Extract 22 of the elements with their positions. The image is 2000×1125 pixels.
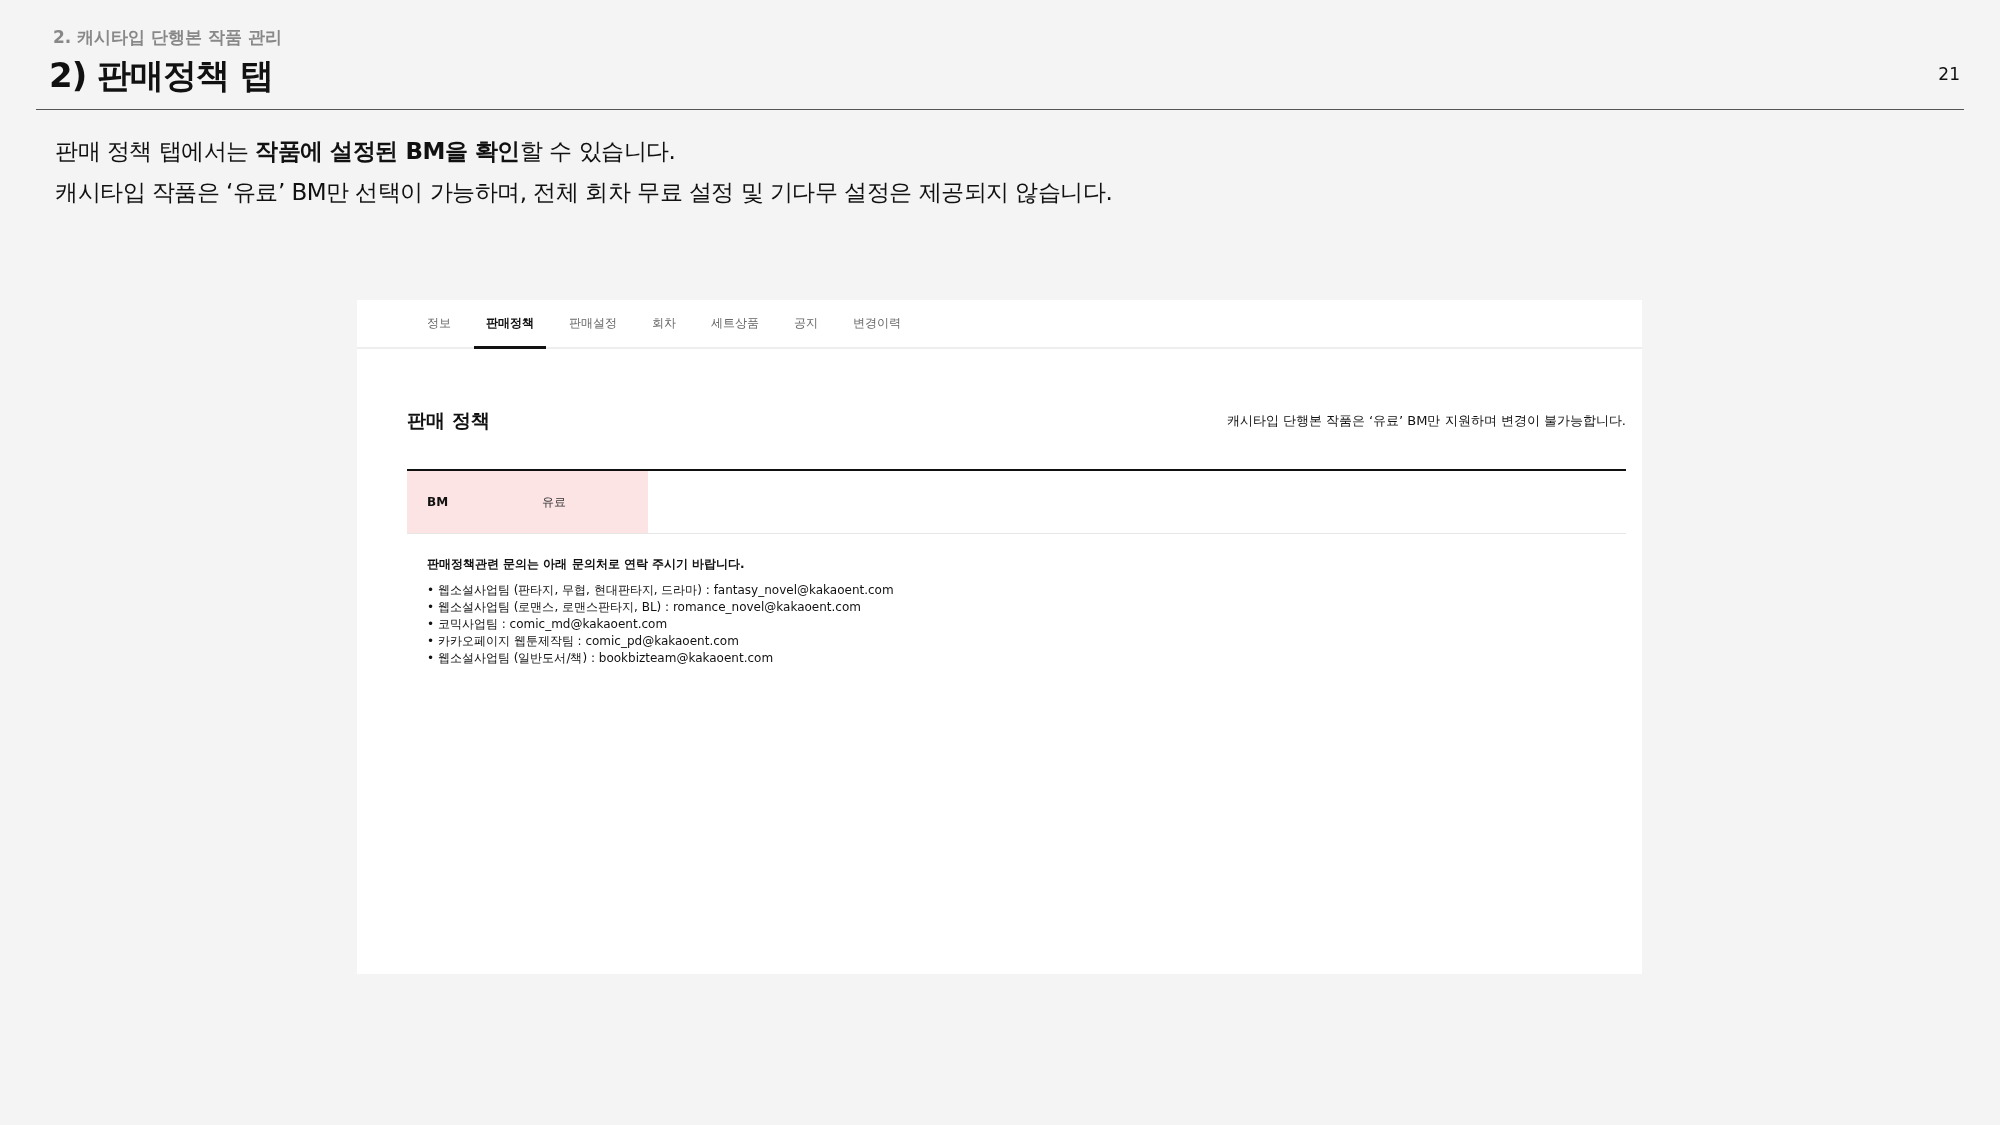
contact-title: 판매정책관련 문의는 아래 문의처로 연락 주시기 바랍니다. bbox=[427, 556, 746, 573]
contact-item: • 코믹사업팀 : comic_md@kakaoent.com bbox=[427, 616, 669, 633]
tab[interactable]: 정보 bbox=[415, 300, 463, 349]
section-heading: 판매 정책 bbox=[407, 408, 490, 433]
contact-item: • 웹소설사업팀 (로맨스, 로맨스판타지, BL) : romance_novel@kakaoent.com bbox=[427, 599, 862, 616]
contact-item: • 웹소설사업팀 (판타지, 무협, 현대판타지, 드라마) : fantasy_novel@kakaoent.com bbox=[427, 582, 895, 599]
tab[interactable]: 판매설정 bbox=[557, 300, 629, 349]
notice-text: 캐시타입 단행본 작품은 ‘유료’ BM만 지원하며 변경이 불가능합니다. bbox=[1226, 412, 1626, 430]
bm-value: 유료 bbox=[542, 493, 566, 511]
tab[interactable]: 회차 bbox=[640, 300, 688, 349]
bm-label: BM bbox=[426, 495, 450, 509]
page-number: 21 bbox=[1938, 64, 1960, 84]
slide-title: 2) 판매정책 탭 bbox=[49, 54, 273, 97]
section-label: 2. 캐시타입 단행본 작품 관리 bbox=[52, 26, 283, 49]
description-text: 판매 정책 탭에서는 작품에 설정된 BM을 확인할 수 있습니다. bbox=[55, 137, 677, 166]
tab[interactable]: 판매정책 bbox=[474, 300, 546, 349]
description-text: 캐시타입 작품은 ‘유료’ BM만 선택이 가능하며, 전체 회차 무료 설정 및 기다무 설정은 제공되지 않습니다. bbox=[55, 178, 1114, 207]
tab[interactable]: 세트상품 bbox=[699, 300, 771, 349]
tab[interactable]: 공지 bbox=[782, 300, 830, 349]
contact-item: • 카카오페이지 웹툰제작팀 : comic_pd@kakaoent.com bbox=[427, 633, 740, 650]
tab[interactable]: 변경이력 bbox=[841, 300, 913, 349]
contact-item: • 웹소설사업팀 (일반도서/책) : bookbizteam@kakaoent.com bbox=[427, 650, 775, 667]
